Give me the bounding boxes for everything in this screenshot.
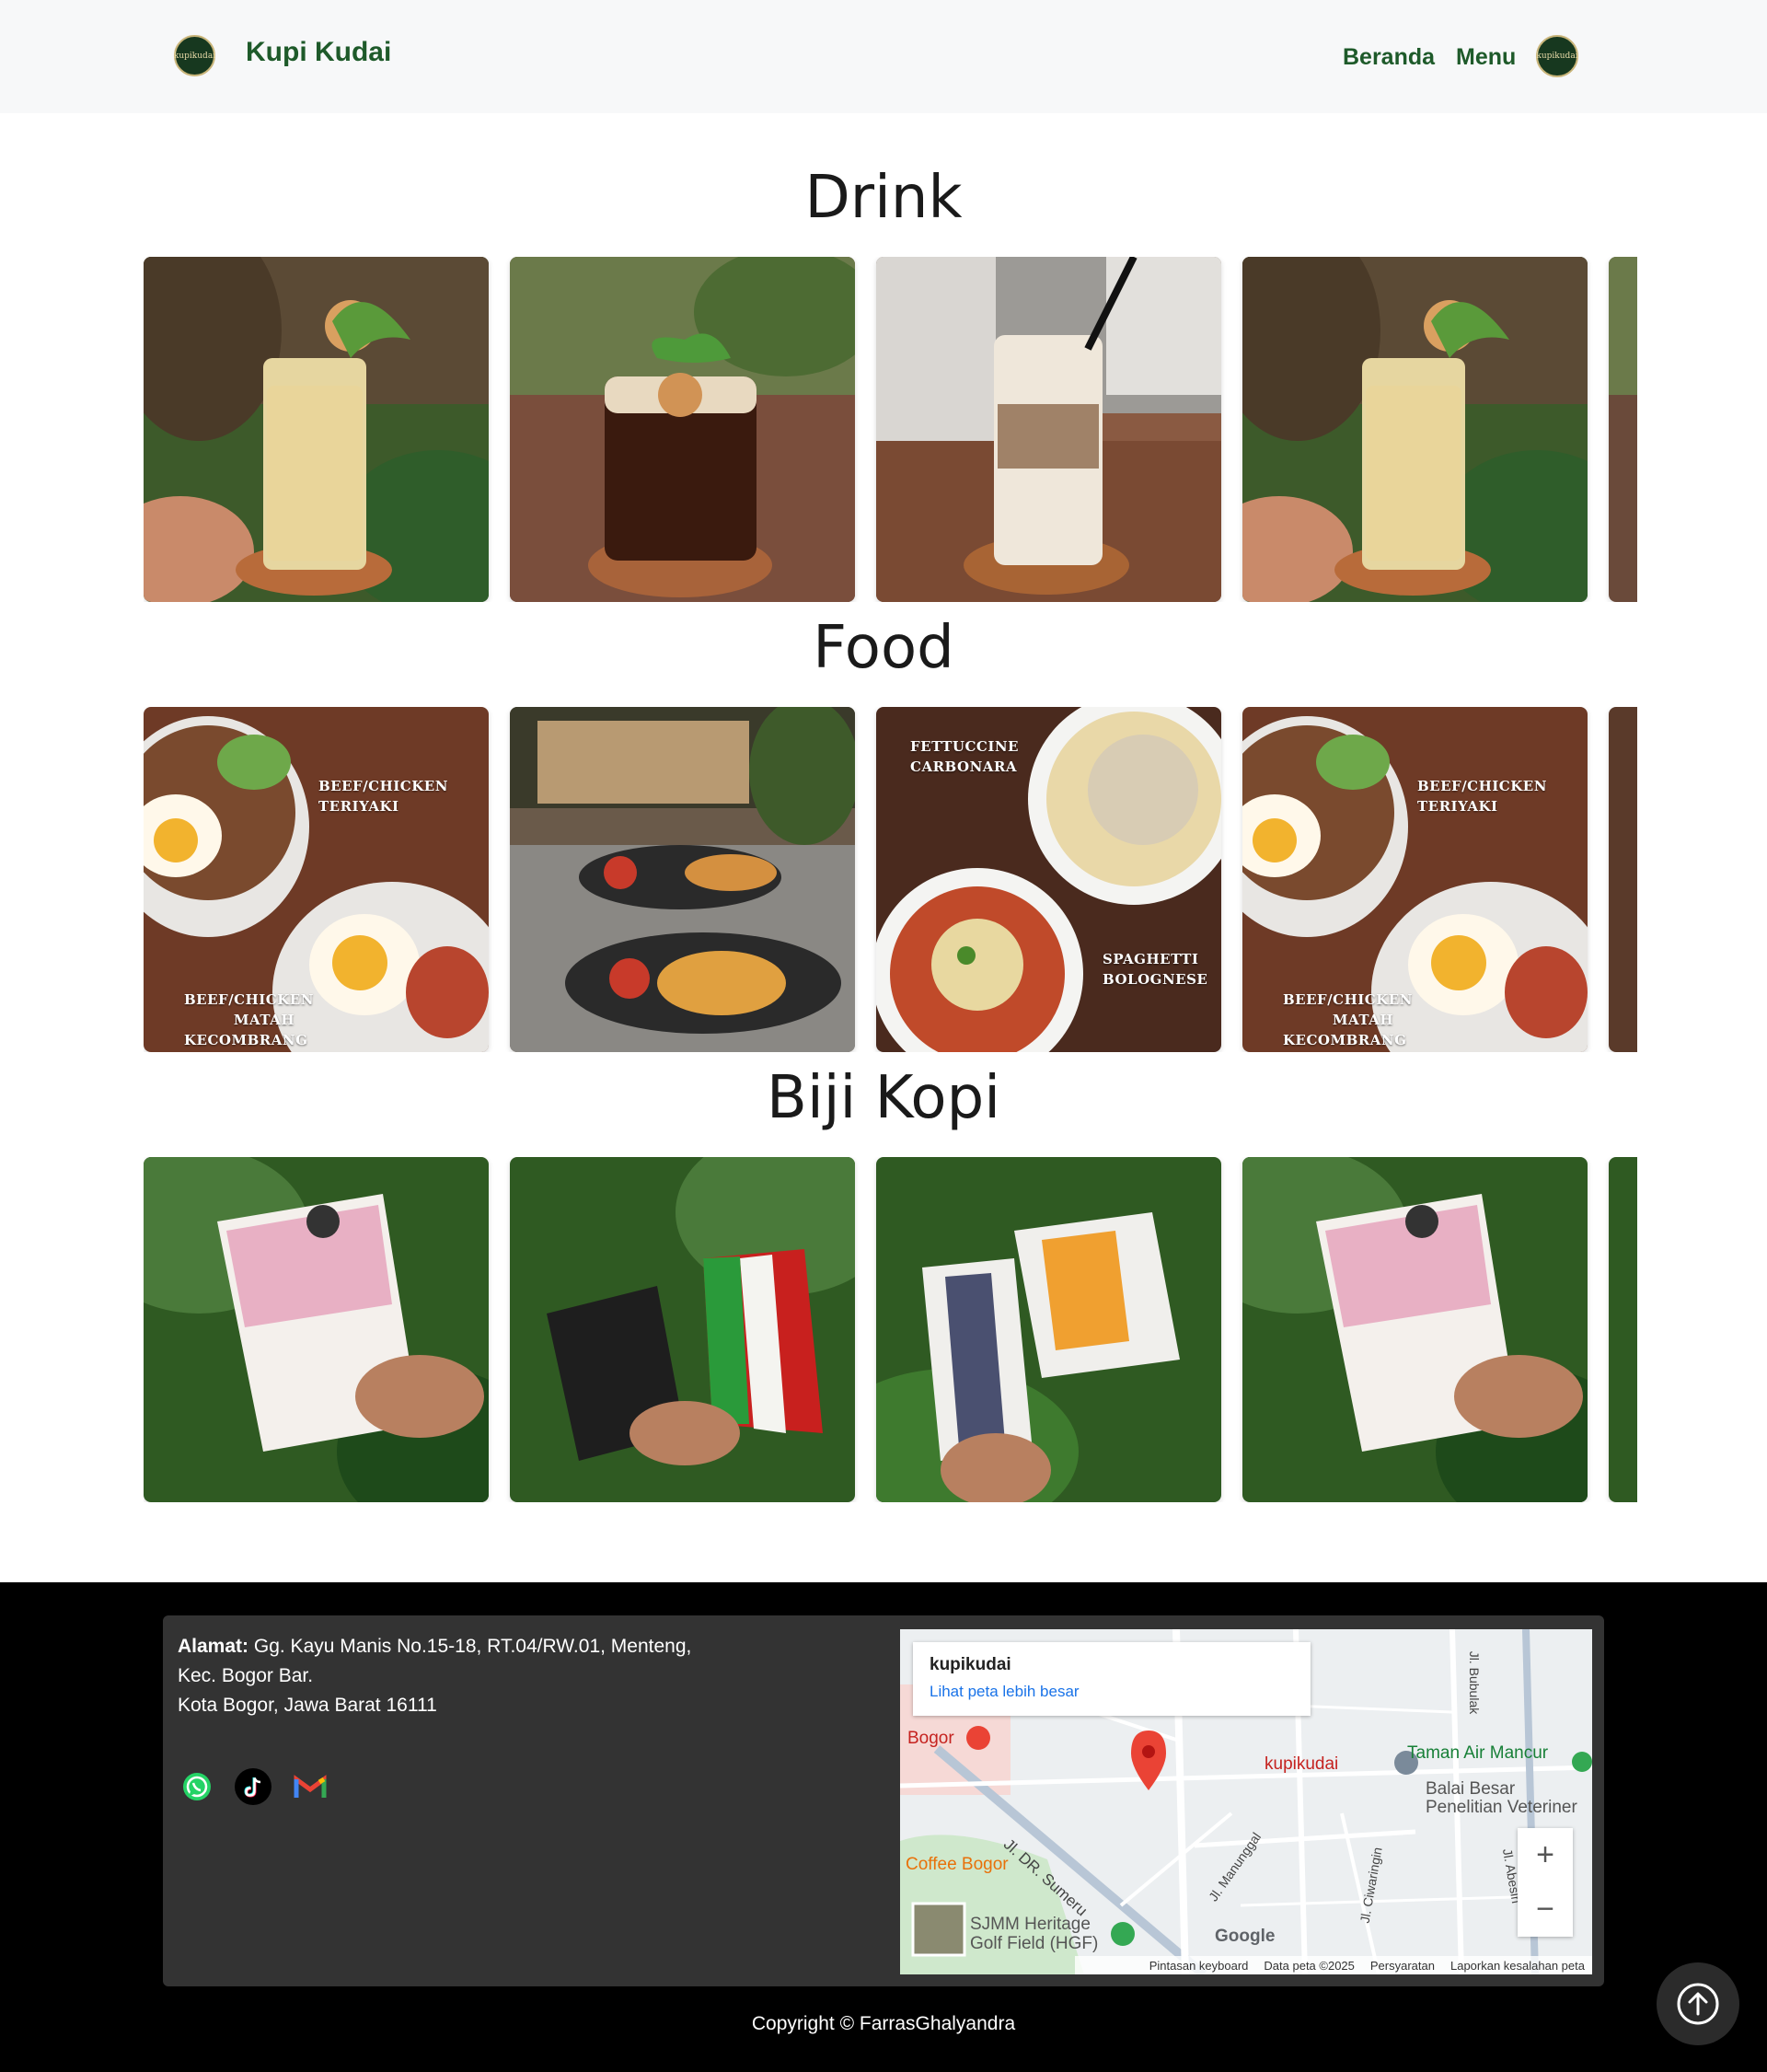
drink-card-mango[interactable] [144, 257, 489, 602]
beans-card-partial[interactable] [1609, 1157, 1637, 1502]
beans-card-ichihaze[interactable] [876, 1157, 1221, 1502]
map-place-name: kupikudai [930, 1655, 1011, 1674]
map-zoom-out-button[interactable]: − [1518, 1882, 1573, 1937]
food-card-teriyaki-2[interactable]: BEEF/CHICKEN TERIYAKI BEEF/CHICKEN MATAH KE… [1242, 707, 1588, 1052]
footer: Alamat: Gg. Kayu Manis No.15-18, RT.04/R… [0, 1582, 1767, 2072]
footer-card: Alamat: Gg. Kayu Manis No.15-18, RT.04/R… [163, 1615, 1604, 1986]
beans-image-stali [510, 1157, 855, 1502]
food-card-pasta[interactable]: FETTUCCINE CARBONARA SPAGHETTI BOLOGNESE [876, 707, 1221, 1052]
whatsapp-icon[interactable] [179, 1768, 215, 1805]
google-map[interactable]: kupikudai Lihat peta lebih besar Bogor k… [900, 1629, 1592, 1974]
map-label-coffee: Coffee Bogor [906, 1855, 1009, 1874]
map-zoom-control: + − [1518, 1828, 1573, 1937]
food-label-matah: BEEF/CHICKEN MATAH KECOMBRANG [184, 991, 314, 1048]
food-label-teriyaki: BEEF/CHICKEN TERIYAKI [318, 778, 448, 815]
beans-image-padre-2 [1242, 1157, 1588, 1502]
map-label-taman: Taman Air Mancur [1407, 1743, 1549, 1763]
drink-card-mango-2[interactable] [1242, 257, 1588, 602]
map-info-card: kupikudai Lihat peta lebih besar [913, 1642, 1311, 1716]
map-keyboard-shortcuts[interactable]: Pintasan keyboard [1149, 1959, 1249, 1973]
brand-logo-text: kupikudai [173, 51, 216, 61]
map-report-link[interactable]: Laporkan kesalahan peta [1450, 1959, 1585, 1973]
map-label-kupikudai: kupikudai [1265, 1754, 1339, 1774]
address-line3: Kota Bogor, Jawa Barat 16111 [178, 1695, 437, 1716]
drink-image-mango [144, 257, 489, 602]
map-terms-link[interactable]: Persyaratan [1370, 1959, 1435, 1973]
map-data-credit: Data peta ©2025 [1264, 1958, 1355, 1973]
copyright: Copyright © FarrasGhalyandra [751, 2013, 1016, 2034]
beans-card-stali[interactable] [510, 1157, 855, 1502]
nav-logo-button[interactable]: kupikudai [1536, 35, 1578, 77]
nav-link-menu[interactable]: Menu [1456, 44, 1516, 71]
map-zoom-in-button[interactable]: + [1518, 1828, 1573, 1882]
map-label-bogor: Bogor [907, 1729, 954, 1748]
arrow-up-circle-icon [1677, 1983, 1719, 2025]
beans-image-ichihaze [876, 1157, 1221, 1502]
address-line2: Kec. Bogor Bar. [178, 1665, 314, 1686]
drink-image-coffee [510, 257, 855, 602]
food-image-partial [1609, 707, 1637, 1052]
beans-image-padre [144, 1157, 489, 1502]
section-title-food: Food [813, 614, 954, 682]
address-line1: Gg. Kayu Manis No.15-18, RT.04/RW.01, Me… [253, 1636, 692, 1657]
food-label-teriyaki-2: BEEF/CHICKEN TERIYAKI [1417, 778, 1547, 815]
map-label-bubulak: Jl. Bubulak [1467, 1650, 1483, 1715]
section-title-beans: Biji Kopi [767, 1064, 1000, 1132]
beans-card-padre-2[interactable] [1242, 1157, 1588, 1502]
drink-carousel[interactable] [144, 257, 1637, 602]
food-label-matah-2: BEEF/CHICKEN MATAH KECOMBRANG [1283, 991, 1413, 1048]
gmail-icon[interactable] [292, 1768, 329, 1805]
address-label: Alamat: [178, 1636, 249, 1657]
drink-image-partial [1609, 257, 1637, 602]
beans-carousel[interactable] [144, 1157, 1637, 1502]
drink-card-latte[interactable] [876, 257, 1221, 602]
drink-image-latte [876, 257, 1221, 602]
map-google-logo: Google [1215, 1927, 1276, 1946]
food-card-teriyaki[interactable]: BEEF/CHICKEN TERIYAKI BEEF/CHICKEN MATAH KE… [144, 707, 489, 1052]
food-label-fettuccine: FETTUCCINE CARBONARA [910, 738, 1019, 775]
tiktok-icon[interactable] [235, 1768, 271, 1805]
scroll-to-top-button[interactable] [1657, 1962, 1739, 2045]
drink-card-coffee[interactable] [510, 257, 855, 602]
navbar: kupikudai Kupi Kudai Beranda Menu kupiku… [0, 0, 1767, 113]
nav-link-beranda[interactable]: Beranda [1343, 44, 1435, 71]
beans-image-partial [1609, 1157, 1637, 1502]
nav-logo-text: kupikudai [1536, 52, 1578, 61]
drink-image-mango-2 [1242, 257, 1588, 602]
food-image-wedges [510, 707, 855, 1052]
map-view-larger-link[interactable]: Lihat peta lebih besar [930, 1683, 1080, 1701]
food-card-partial[interactable] [1609, 707, 1637, 1052]
address-block: Alamat: Gg. Kayu Manis No.15-18, RT.04/R… [178, 1632, 730, 1720]
drink-card-partial[interactable] [1609, 257, 1637, 602]
section-title-drink: Drink [804, 164, 963, 232]
map-label-sjmm: SJMM Heritage Golf Field (HGF) [970, 1915, 1099, 1953]
map-attribution: Pintasan keyboard Data peta ©2025 Persya… [1075, 1956, 1592, 1974]
brand-logo[interactable]: kupikudai [174, 35, 215, 76]
food-card-wedges[interactable] [510, 707, 855, 1052]
brand-name[interactable]: Kupi Kudai [246, 37, 391, 68]
map-label-balai: Balai Besar Penelitian Veteriner [1426, 1779, 1577, 1817]
food-carousel[interactable]: BEEF/CHICKEN TERIYAKI BEEF/CHICKEN MATAH KE… [144, 707, 1637, 1052]
beans-card-padre[interactable] [144, 1157, 489, 1502]
food-label-spaghetti: SPAGHETTI BOLOGNESE [1103, 951, 1208, 988]
